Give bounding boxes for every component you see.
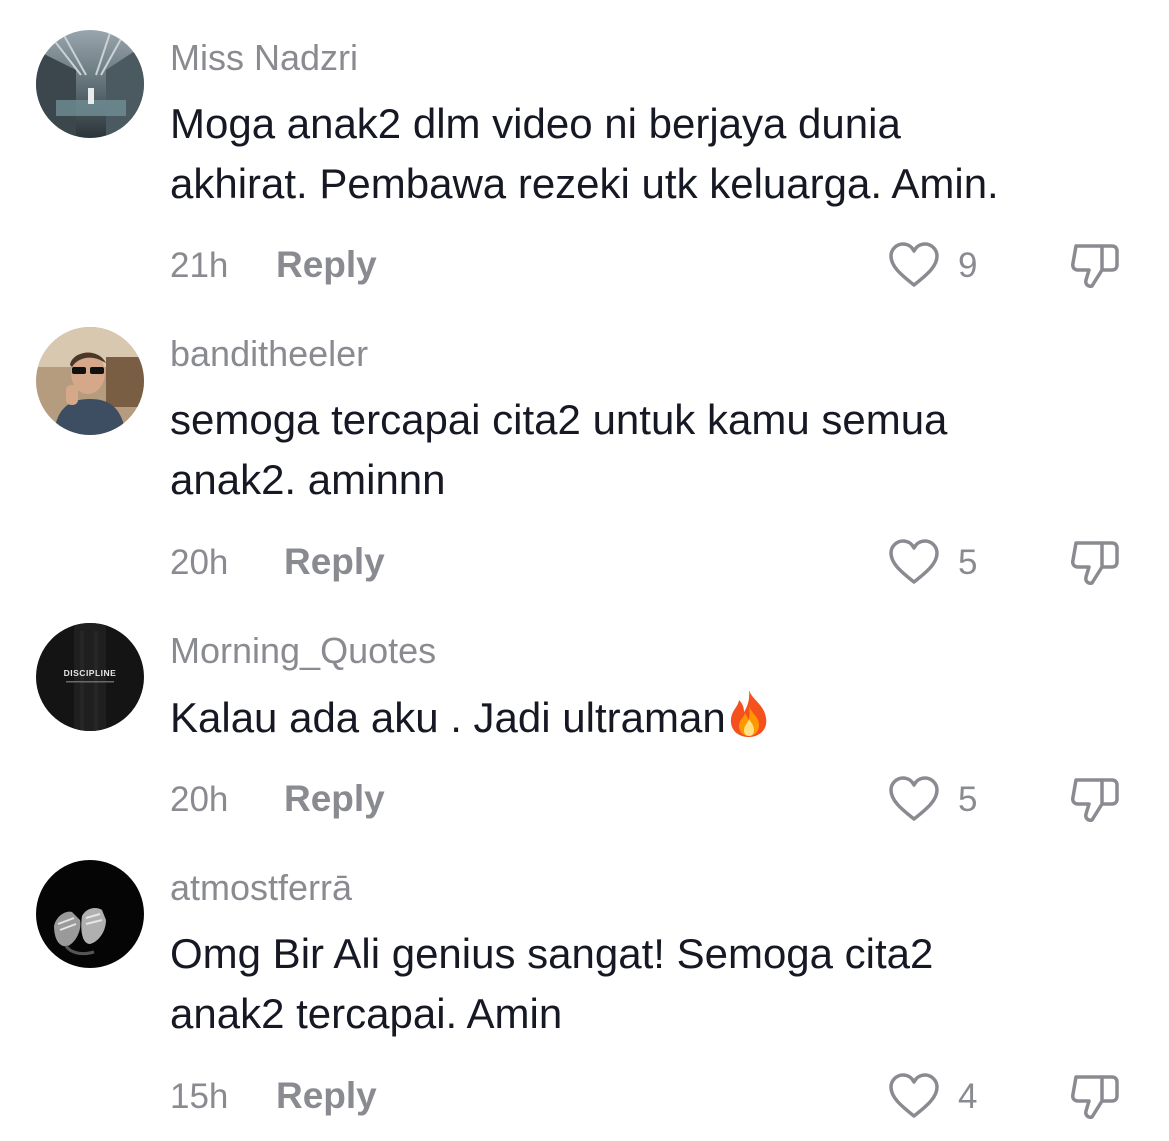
avatar[interactable] — [36, 327, 144, 435]
thumbs-down-icon — [1071, 244, 1119, 288]
dislike-button[interactable] — [1068, 1071, 1124, 1123]
reply-button[interactable]: Reply — [276, 244, 377, 286]
comment-username[interactable]: atmostferrā — [170, 868, 352, 908]
comment-meta: 20h Reply 5 — [170, 539, 1130, 587]
like-button[interactable] — [888, 776, 948, 824]
heart-icon — [889, 242, 939, 287]
reply-button[interactable]: Reply — [284, 778, 385, 820]
comment-text: Moga anak2 dlm video ni berjaya dunia ak… — [170, 94, 1130, 214]
comment-meta: 20h Reply 5 — [170, 776, 1130, 824]
thumbs-down-icon — [1071, 541, 1119, 585]
discipline-poster-icon: DISCIPLINE — [36, 623, 144, 731]
comment-time: 20h — [170, 543, 229, 582]
like-button[interactable] — [888, 1073, 948, 1121]
like-button[interactable] — [888, 242, 948, 290]
comment-text-line: Omg Bir Ali genius sangat! Semoga cita2 — [170, 930, 934, 977]
comment-time: 20h — [170, 780, 229, 819]
avatar[interactable]: DISCIPLINE — [36, 623, 144, 731]
fire-icon — [730, 690, 766, 737]
comment-username[interactable]: Miss Nadzri — [170, 38, 358, 78]
reply-button[interactable]: Reply — [276, 1075, 377, 1117]
comment-text: semoga tercapai cita2 untuk kamu semua a… — [170, 390, 1130, 510]
comment-text: Kalau ada aku . Jadi ultraman — [170, 688, 1130, 748]
heart-icon — [889, 776, 939, 821]
comment-username[interactable]: Morning_Quotes — [170, 631, 436, 671]
comment-meta: 15h Reply 4 — [170, 1073, 1130, 1121]
comment-time: 15h — [170, 1077, 229, 1116]
like-count: 4 — [958, 1077, 978, 1116]
comment-text-line: Moga anak2 dlm video ni berjaya dunia — [170, 100, 901, 147]
comment-text-line: akhirat. Pembawa rezeki utk keluarga. Am… — [170, 160, 999, 207]
comment-text-line: semoga tercapai cita2 untuk kamu semua — [170, 396, 948, 443]
avatar[interactable] — [36, 860, 144, 968]
like-count: 9 — [958, 246, 978, 285]
comment-text-line: anak2 tercapai. Amin — [170, 990, 563, 1037]
thumbs-down-icon — [1071, 1075, 1119, 1119]
comment-text-content: Kalau ada aku . Jadi ultraman — [170, 694, 726, 741]
like-count: 5 — [958, 780, 978, 819]
comment-text: Omg Bir Ali genius sangat! Semoga cita2 … — [170, 924, 1130, 1044]
like-button[interactable] — [888, 539, 948, 587]
heart-icon — [889, 1073, 939, 1118]
comment-time: 21h — [170, 246, 229, 285]
like-count: 5 — [958, 543, 978, 582]
person-sunglasses-photo-icon — [36, 327, 144, 435]
comment-text-line: Kalau ada aku . Jadi ultraman — [170, 688, 1130, 748]
sneakers-dark-photo-icon — [36, 860, 144, 968]
reply-button[interactable]: Reply — [284, 541, 385, 583]
dislike-button[interactable] — [1068, 774, 1124, 826]
comment-meta: 21h Reply 9 — [170, 242, 1130, 290]
thumbs-down-icon — [1071, 778, 1119, 822]
dislike-button[interactable] — [1068, 240, 1124, 292]
avatar[interactable] — [36, 30, 144, 138]
dislike-button[interactable] — [1068, 537, 1124, 589]
comment-username[interactable]: banditheeler — [170, 334, 368, 374]
heart-icon — [889, 539, 939, 584]
comment-text-line: anak2. aminnn — [170, 456, 446, 503]
building-interior-photo-icon — [36, 30, 144, 138]
avatar-text: DISCIPLINE — [64, 668, 117, 678]
